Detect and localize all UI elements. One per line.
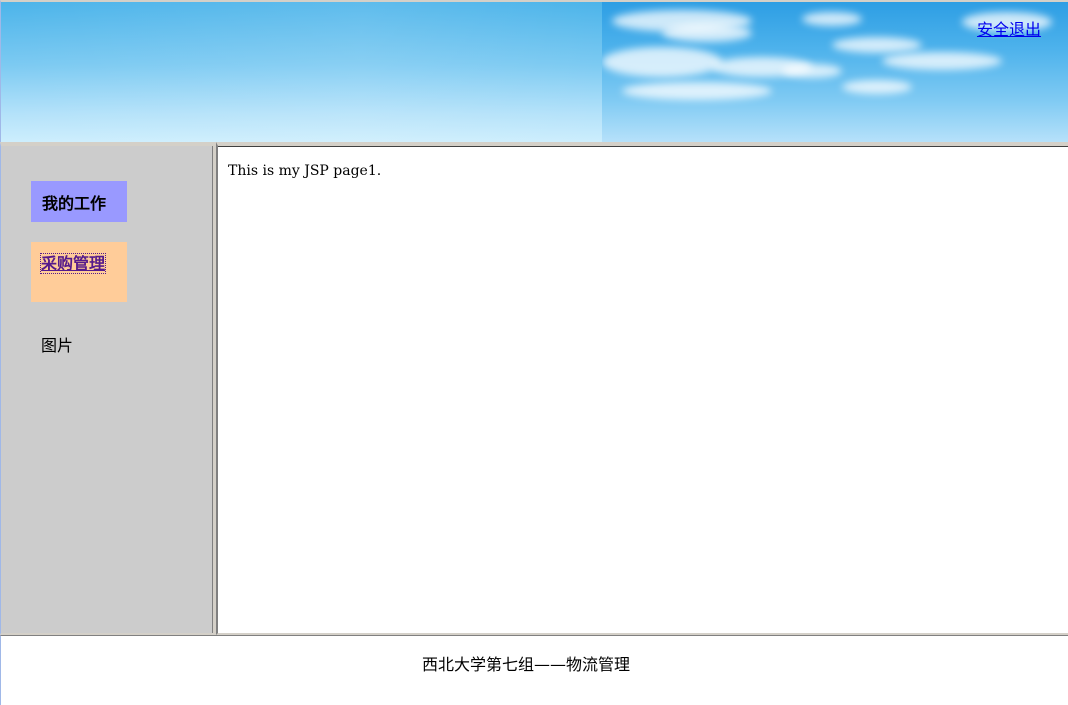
sidebar-item-my-work[interactable]: 我的工作 — [31, 181, 127, 222]
footer-text: 西北大学第七组——物流管理 — [421, 655, 630, 674]
page: 安全退出 我的工作 采购管理 图片 This is my JSP page1. … — [0, 0, 1068, 705]
sidebar: 我的工作 采购管理 图片 — [0, 142, 216, 635]
purchase-management-link[interactable]: 采购管理 — [39, 253, 107, 274]
sidebar-item-label: 我的工作 — [42, 194, 107, 213]
main-content-text: This is my JSP page1. — [228, 163, 382, 179]
sidebar-item-purchase-management[interactable]: 采购管理 — [31, 242, 127, 302]
main-content-frame: This is my JSP page1. — [216, 142, 1068, 635]
logout-link[interactable]: 安全退出 — [977, 16, 1041, 40]
sidebar-item-picture: 图片 — [41, 332, 73, 356]
picture-placeholder-text: 图片 — [41, 336, 74, 355]
footer-frame: 西北大学第七组——物流管理 — [0, 635, 1068, 705]
header-frame: 安全退出 — [0, 0, 1068, 142]
header-sky-banner — [1, 2, 602, 142]
